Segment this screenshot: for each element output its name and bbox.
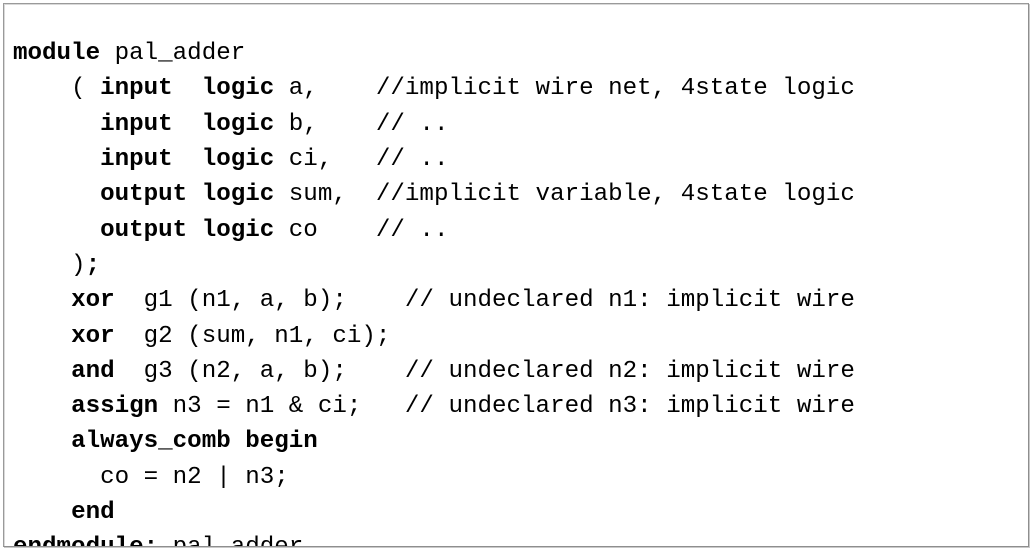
code-token-keyword: ; [85, 251, 101, 279]
code-line: xor g1 (n1, a, b); // undeclared n1: imp… [13, 283, 1028, 318]
code-token-keyword: output [100, 216, 188, 244]
code-token-identifier [173, 111, 202, 138]
code-token-identifier [13, 358, 71, 385]
code-token-keyword: logic [201, 75, 275, 103]
code-token-keyword: module [13, 40, 101, 68]
code-token-comment: // .. [375, 146, 449, 174]
code-line: always_comb begin [13, 424, 1028, 459]
source-code-text[interactable]: module pal_adder ( input logic a, //impl… [13, 36, 1028, 546]
code-token-identifier [187, 217, 202, 244]
code-token-keyword: xor [71, 322, 115, 350]
code-token-comment: //implicit variable, 4state logic [375, 181, 855, 209]
code-token-identifier [13, 287, 71, 314]
code-token-keyword: input [100, 75, 173, 103]
code-token-identifier: pal_adder [100, 40, 246, 68]
code-line: ); [13, 248, 1028, 283]
code-line: assign n3 = n1 & ci; // undeclared n3: i… [13, 389, 1028, 424]
code-token-identifier [173, 75, 202, 102]
code-token-keyword: end [71, 499, 115, 527]
code-token-identifier: g2 (sum, n1, ci); [114, 322, 391, 350]
code-token-keyword: output [100, 181, 188, 209]
code-token-keyword: logic [201, 110, 275, 138]
code-token-comment: // undeclared n1: implicit wire [404, 287, 855, 315]
code-token-keyword: logic [201, 146, 275, 174]
code-listing-screenshot: module pal_adder ( input logic a, //impl… [0, 0, 1032, 550]
code-token-keyword: assign [71, 393, 159, 421]
code-token-identifier: co = n2 | n3; [13, 463, 289, 491]
code-token-identifier [13, 111, 100, 138]
code-token-identifier [13, 393, 71, 420]
code-token-keyword: input [100, 146, 173, 174]
code-token-keyword: xor [71, 287, 115, 315]
code-token-identifier: ) [13, 251, 86, 279]
code-token-identifier: g3 (n2, a, b); [114, 357, 405, 385]
code-token-keyword: input [100, 110, 173, 138]
code-token-identifier: pal_adder [158, 534, 304, 546]
code-token-identifier: ci, [274, 146, 376, 174]
code-token-keyword: endmodule: [13, 534, 158, 546]
code-token-identifier: sum, [274, 181, 376, 209]
code-line: input logic ci, // .. [13, 142, 1028, 177]
code-token-identifier [13, 428, 71, 455]
code-token-identifier [13, 181, 100, 208]
code-token-identifier: n3 = n1 & ci; [158, 393, 405, 421]
code-token-identifier [13, 323, 71, 350]
code-line: co = n2 | n3; [13, 460, 1028, 495]
code-token-identifier [187, 181, 202, 208]
code-line: output logic sum, //implicit variable, 4… [13, 177, 1028, 212]
code-token-identifier: b, [274, 110, 376, 138]
code-block-frame: module pal_adder ( input logic a, //impl… [3, 3, 1029, 547]
code-line: output logic co // .. [13, 213, 1028, 248]
code-token-identifier [13, 217, 100, 244]
code-token-comment: // undeclared n3: implicit wire [404, 393, 855, 421]
code-line: end [13, 495, 1028, 530]
code-line: xor g2 (sum, n1, ci); [13, 319, 1028, 354]
code-token-identifier [13, 499, 71, 526]
code-line: module pal_adder [13, 36, 1028, 71]
code-line: and g3 (n2, a, b); // undeclared n2: imp… [13, 354, 1028, 389]
code-token-identifier [173, 146, 202, 173]
code-token-keyword: always_comb begin [71, 428, 318, 456]
code-token-comment: // .. [375, 110, 449, 138]
code-token-keyword: and [71, 357, 115, 385]
code-token-keyword: logic [201, 181, 275, 209]
code-line: input logic b, // .. [13, 107, 1028, 142]
code-token-comment: //implicit wire net, 4state logic [375, 75, 855, 103]
code-token-identifier: a, [274, 75, 376, 103]
code-token-identifier: co [274, 216, 376, 244]
code-token-comment: // .. [375, 216, 449, 244]
code-token-comment: // undeclared n2: implicit wire [404, 357, 855, 385]
code-token-identifier [13, 146, 100, 173]
code-line: ( input logic a, //implicit wire net, 4s… [13, 71, 1028, 106]
code-line: endmodule: pal_adder [13, 530, 1028, 546]
code-token-identifier: g1 (n1, a, b); [114, 287, 405, 315]
code-token-identifier: ( [13, 75, 101, 103]
code-token-keyword: logic [201, 216, 275, 244]
